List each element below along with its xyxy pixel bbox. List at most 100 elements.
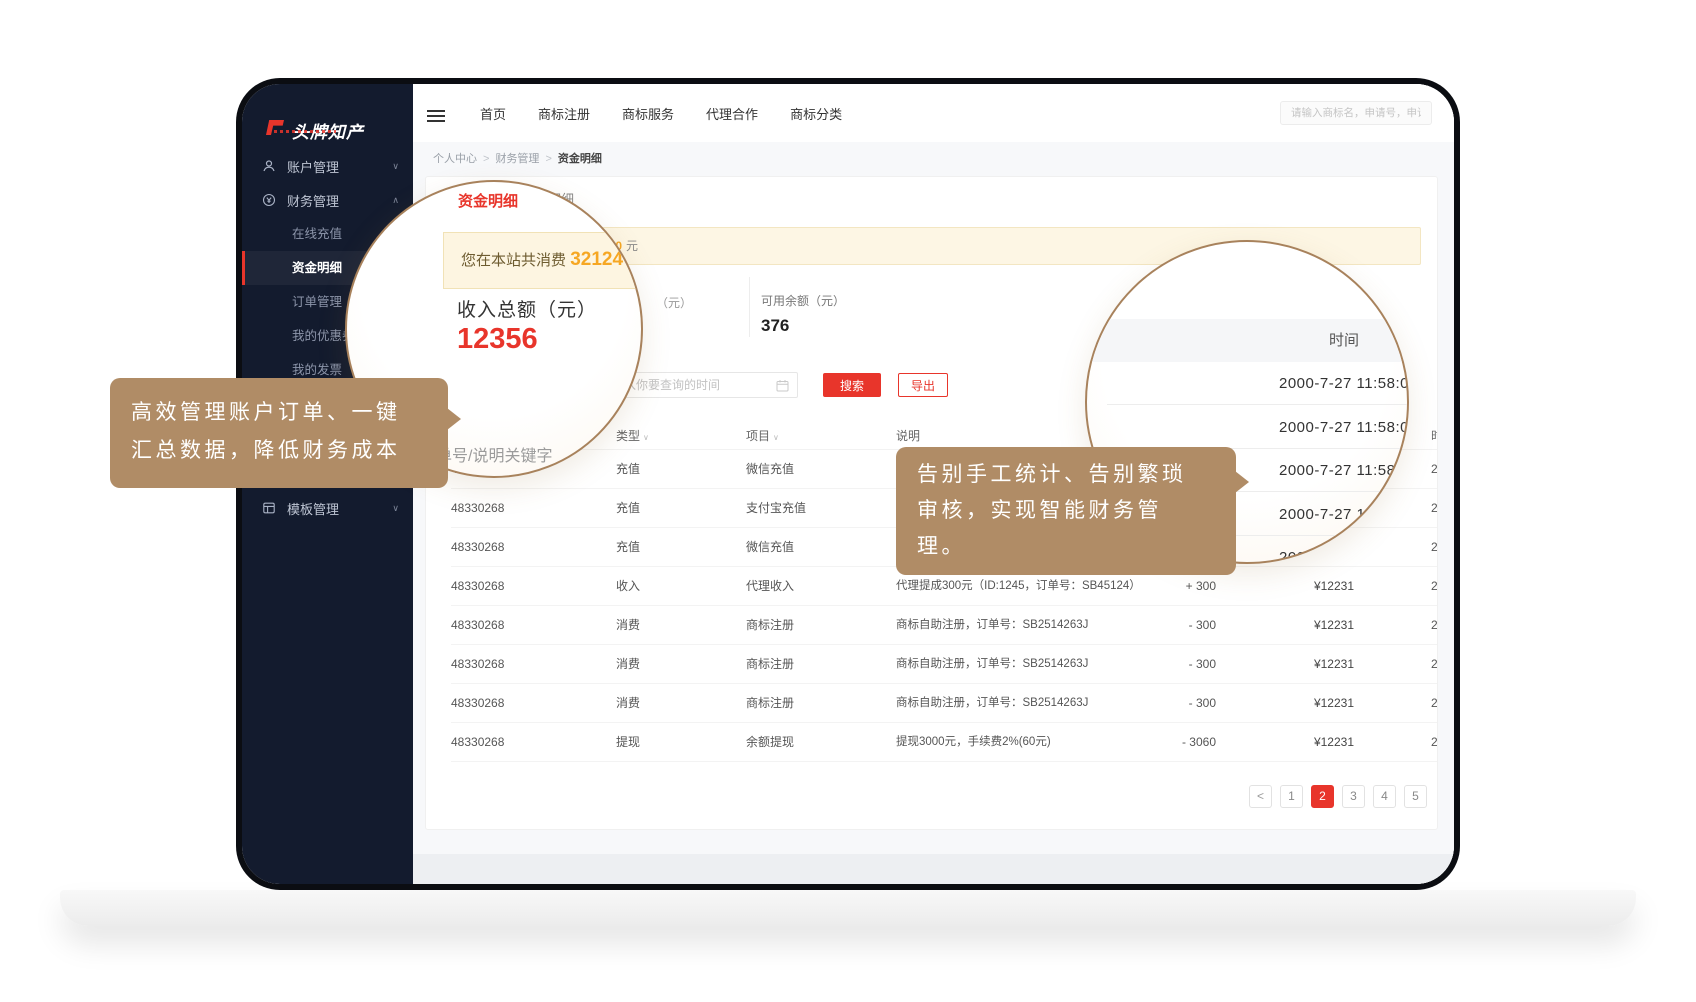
chevron-down-icon: ∨ bbox=[392, 161, 399, 172]
pagination-page-4[interactable]: 4 bbox=[1373, 785, 1396, 808]
nav-item-4[interactable]: 商标分类 bbox=[790, 104, 842, 123]
finance-icon bbox=[262, 193, 277, 208]
stats-divider bbox=[749, 277, 750, 337]
cell-time: 2000-7-27 11:58:03 bbox=[1431, 528, 1438, 567]
callout-left: 高效管理账户订单、一键 汇总数据，降低财务成本 bbox=[110, 378, 448, 488]
breadcrumb-item-0[interactable]: 个人中心 bbox=[433, 153, 477, 165]
cell-type: 充值 bbox=[616, 450, 640, 489]
header-type[interactable]: 类型∨ bbox=[616, 422, 649, 452]
table-row: 48330268消费商标注册商标自助注册，订单号：SB2514263J- 300… bbox=[426, 645, 1437, 684]
cell-project: 代理收入 bbox=[746, 567, 794, 606]
breadcrumb-separator: > bbox=[545, 153, 551, 165]
magnified-income-value: 12356 bbox=[457, 323, 538, 356]
cell-project: 余额提现 bbox=[746, 723, 794, 762]
cell-order: 48330268 bbox=[451, 684, 504, 723]
cell-type: 充值 bbox=[616, 528, 640, 567]
sidebar-group-finance[interactable]: 财务管理∧ bbox=[242, 183, 413, 217]
pagination-page-2[interactable]: 2 bbox=[1311, 785, 1334, 808]
cell-order: 48330268 bbox=[451, 645, 504, 684]
magnified-time-value: 2000-7-27 11:58:03 bbox=[1279, 536, 1409, 564]
cell-type: 提现 bbox=[616, 723, 640, 762]
breadcrumb: 个人中心>财务管理>资金明细 bbox=[413, 142, 1454, 176]
magnified-time-value: 2000-7-27 11:58:03 bbox=[1279, 449, 1409, 492]
available-balance-value: 376 bbox=[761, 316, 845, 336]
cell-time: 2000-7-27 11:58:03 bbox=[1431, 567, 1438, 606]
cell-type: 消费 bbox=[616, 606, 640, 645]
magnified-time-header: 时间 bbox=[1329, 319, 1359, 362]
sidebar-group-user[interactable]: 账户管理 ∨ bbox=[242, 149, 413, 183]
nav-item-2[interactable]: 商标服务 bbox=[622, 104, 674, 123]
magnified-banner: 您在本站共消费 32124 大 bbox=[443, 232, 643, 289]
callout-right: 告别手工统计、告别繁琐 审核，实现智能财务管 理。 bbox=[896, 447, 1236, 575]
callout-right-text: 告别手工统计、告别繁琐 审核，实现智能财务管 理。 bbox=[896, 447, 1236, 575]
sidebar-group-label-user: 账户管理 bbox=[287, 157, 339, 176]
cell-type: 消费 bbox=[616, 684, 640, 723]
cell-time: 2000-7-27 11:58:03 bbox=[1431, 450, 1438, 489]
table-row: 48330268提现余额提现提现3000元，手续费2%(60元)- 3060¥1… bbox=[426, 723, 1437, 762]
cell-time: 2000-7-27 11:58:03 bbox=[1431, 489, 1438, 528]
sidebar-group-label-template: 模板管理 bbox=[287, 499, 339, 518]
search-input[interactable] bbox=[1280, 101, 1432, 125]
cell-project: 微信充值 bbox=[746, 528, 794, 567]
magnified-time-value: 2000-7-27 11:58:03 bbox=[1279, 493, 1409, 536]
cell-amount: - 3060 bbox=[1131, 723, 1216, 762]
magnified-time-row: 2000-7-27 11:58:03 bbox=[1087, 362, 1407, 405]
cell-time: 2000-7-27 11:58:03 bbox=[1431, 606, 1438, 645]
search-button[interactable]: 搜索 bbox=[823, 373, 881, 397]
nav-item-0[interactable]: 首页 bbox=[480, 104, 506, 123]
cell-time: 2000-7-27 11:58:03 bbox=[1431, 723, 1438, 762]
cell-time: 2000-7-27 11:58:03 bbox=[1431, 645, 1438, 684]
magnified-time-header-band: 时间 bbox=[1087, 319, 1407, 362]
magnified-time-value: 2000-7-27 11:58:03 bbox=[1279, 406, 1409, 449]
export-button[interactable]: 导出 bbox=[898, 373, 948, 397]
template-icon bbox=[262, 501, 277, 516]
chevron-up-icon: ∧ bbox=[392, 195, 399, 206]
cell-type: 收入 bbox=[616, 567, 640, 606]
pagination-page-3[interactable]: 3 bbox=[1342, 785, 1365, 808]
cell-type: 消费 bbox=[616, 645, 640, 684]
sort-chevron-icon: ∨ bbox=[643, 433, 649, 442]
cell-balance: ¥12231 bbox=[1279, 723, 1354, 762]
bottom-strip bbox=[413, 854, 1454, 884]
nav-item-1[interactable]: 商标注册 bbox=[538, 104, 590, 123]
sidebar-group-template[interactable]: 模板管理 ∨ bbox=[242, 491, 413, 525]
logo-tagline-dots bbox=[274, 130, 336, 133]
cell-project: 微信充值 bbox=[746, 450, 794, 489]
cell-balance: ¥12231 bbox=[1279, 645, 1354, 684]
magnified-banner-amount: 32124 bbox=[570, 249, 623, 270]
menu-icon[interactable] bbox=[427, 107, 445, 125]
cell-order: 48330268 bbox=[451, 567, 504, 606]
cell-order: 48330268 bbox=[451, 606, 504, 645]
nav-item-3[interactable]: 代理合作 bbox=[706, 104, 758, 123]
cell-amount: - 300 bbox=[1131, 684, 1216, 723]
magnified-banner-cut: 大 bbox=[627, 252, 642, 269]
calendar-icon[interactable] bbox=[776, 379, 789, 397]
cell-project: 支付宝充值 bbox=[746, 489, 806, 528]
cell-time: 2000-7-27 11:58:03 bbox=[1431, 684, 1438, 723]
pagination-page-5[interactable]: 5 bbox=[1404, 785, 1427, 808]
table-row: 48330268消费商标注册商标自助注册，订单号：SB2514263J- 300… bbox=[426, 606, 1437, 645]
cell-balance: ¥12231 bbox=[1279, 606, 1354, 645]
cell-order: 48330268 bbox=[451, 489, 504, 528]
cell-type: 充值 bbox=[616, 489, 640, 528]
breadcrumb-separator: > bbox=[483, 153, 489, 165]
laptop-base bbox=[60, 890, 1636, 926]
pagination: <12345 bbox=[1249, 785, 1427, 808]
user-icon bbox=[262, 159, 277, 174]
cell-balance: ¥12231 bbox=[1279, 684, 1354, 723]
pagination-prev-button[interactable]: < bbox=[1249, 785, 1272, 808]
chevron-down-icon: ∨ bbox=[392, 503, 399, 514]
cell-project: 商标注册 bbox=[746, 606, 794, 645]
header-project[interactable]: 项目∨ bbox=[746, 422, 779, 452]
stage: 头牌知产 账户管理∨财务管理∧在线充值资金明细订单管理我的优惠券我的发票模板管理… bbox=[0, 0, 1696, 1002]
magnified-banner-prefix: 您在本站共消费 bbox=[461, 252, 566, 269]
available-balance-label: 可用余额（元） bbox=[761, 292, 845, 309]
top-nav-links: 首页 商标注册 商标服务 代理合作 商标分类 bbox=[480, 84, 842, 142]
magnified-income-label: 收入总额（元） bbox=[457, 295, 597, 322]
available-balance-stat: 可用余额（元） 376 bbox=[761, 292, 845, 336]
pagination-page-1[interactable]: 1 bbox=[1280, 785, 1303, 808]
cell-order: 48330268 bbox=[451, 723, 504, 762]
breadcrumb-item-1[interactable]: 财务管理 bbox=[495, 153, 539, 165]
header-time: 时间 bbox=[1431, 422, 1438, 450]
cell-project: 商标注册 bbox=[746, 645, 794, 684]
